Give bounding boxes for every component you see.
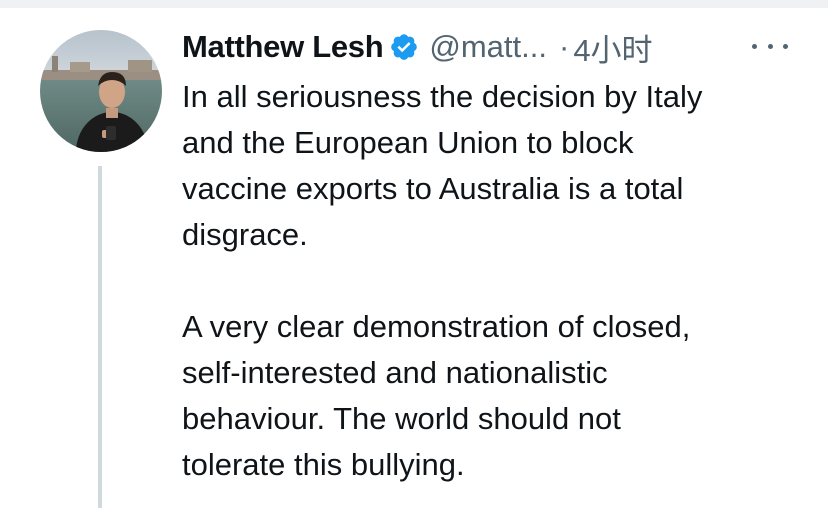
tweet-text-line: and the European Union to block: [182, 125, 634, 160]
more-dot: [783, 43, 788, 49]
verified-badge-icon: [389, 32, 419, 62]
tweet-text: In all seriousness the decision by Italy…: [182, 74, 812, 488]
tweet-text-line: vaccine exports to Australia is a total: [182, 171, 684, 206]
author-handle[interactable]: @matt...: [429, 29, 547, 65]
tweet-header: Matthew Lesh @matt... · 4小时: [182, 24, 653, 70]
tweet-text-line: behaviour. The world should not: [182, 401, 621, 436]
tweet-text-line: disgrace.: [182, 217, 308, 252]
tweet-text-line: self-interested and nationalistic: [182, 355, 608, 390]
header-separator: ·: [558, 29, 570, 64]
top-divider: [0, 0, 828, 8]
more-options-icon[interactable]: [752, 34, 788, 58]
tweet-timestamp[interactable]: 4小时: [573, 25, 652, 70]
tweet-text-line: tolerate this bullying.: [182, 447, 465, 482]
more-dot: [752, 43, 757, 49]
avatar[interactable]: [40, 30, 162, 152]
tweet-text-line: A very clear demonstration of closed,: [182, 309, 691, 344]
more-dot: [767, 43, 773, 49]
avatar-photo: [40, 30, 162, 152]
author-display-name[interactable]: Matthew Lesh: [182, 29, 384, 65]
thread-connector-line: [98, 166, 102, 508]
tweet-text-line: In all seriousness the decision by Italy: [182, 79, 703, 114]
